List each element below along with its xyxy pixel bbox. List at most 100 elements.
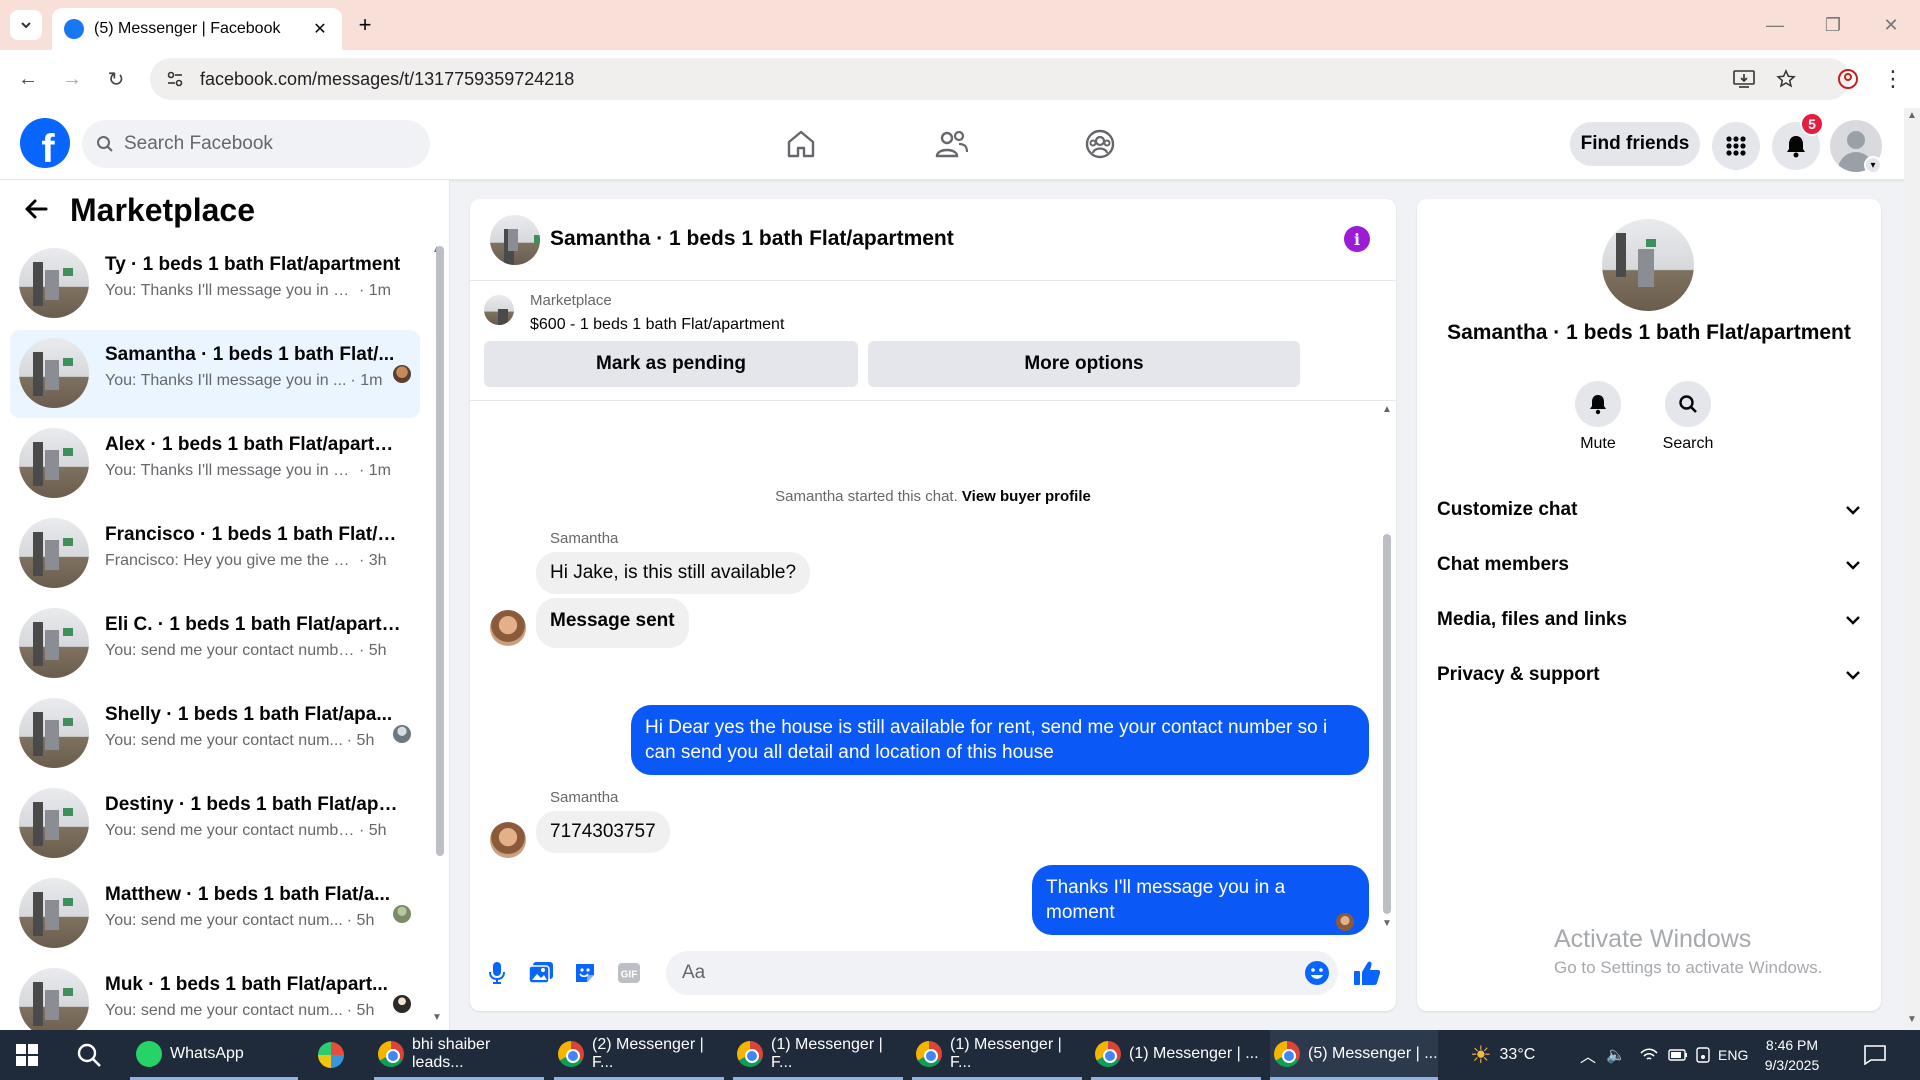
menu-grid-icon[interactable] (1712, 122, 1760, 170)
mark-as-pending-button[interactable]: Mark as pending (484, 341, 858, 387)
chat-scrollbar[interactable]: ▲ ▼ (1382, 402, 1392, 937)
search-in-conversation-button[interactable]: Search (1653, 381, 1723, 453)
sticker-icon[interactable] (570, 958, 600, 988)
conversation-item-samantha[interactable]: Samantha · 1 beds 1 bath Flat/... You: T… (10, 330, 420, 418)
conversation-preview: You: send me your contact number... · 5h (105, 642, 387, 659)
network-icon[interactable] (1640, 1030, 1658, 1080)
taskbar-clock[interactable]: 8:46 PM 9/3/2025 (1752, 1035, 1832, 1075)
taskbar-search-icon[interactable] (76, 1030, 102, 1080)
emoji-icon[interactable] (1302, 958, 1332, 988)
close-window-icon[interactable]: ✕ (1868, 10, 1914, 40)
friends-icon[interactable] (932, 124, 972, 164)
conversation-preview: You: send me your contact num... · 5h (105, 912, 375, 929)
sidebar-scrollbar[interactable] (436, 246, 444, 866)
scroll-up-arrow-icon[interactable]: ▲ (1382, 404, 1392, 415)
conversation-item-francisco[interactable]: Francisco · 1 beds 1 bath Flat/ap... Fra… (10, 510, 420, 598)
outgoing-message[interactable]: Hi Dear yes the house is still available… (631, 705, 1369, 775)
incoming-message[interactable]: 7174303757 (536, 811, 670, 853)
facebook-search-box[interactable] (82, 120, 430, 168)
facebook-logo[interactable]: f (20, 118, 70, 168)
conversation-preview: You: Thanks I'll message you in a ... · 1… (105, 282, 391, 299)
conversation-name: Alex · 1 beds 1 bath Flat/apartm... (105, 434, 405, 455)
forward-button[interactable]: → (56, 63, 88, 95)
conversation-preview: Francisco: Hey you give me the Det... · 3… (105, 552, 387, 569)
page-scrollbar[interactable]: ▲ ▼ (1904, 108, 1920, 1030)
conversation-item-muk[interactable]: Muk · 1 beds 1 bath Flat/apart... You: s… (10, 960, 420, 1030)
chat-title[interactable]: Samantha · 1 beds 1 bath Flat/apartment (550, 227, 954, 251)
taskbar-whatsapp[interactable]: WhatsApp (130, 1030, 298, 1080)
taskbar-chrome-window-4[interactable]: (1) Messenger | F... (912, 1030, 1082, 1080)
close-tab-icon[interactable]: ✕ (310, 19, 330, 39)
back-arrow-icon[interactable] (24, 195, 54, 227)
taskbar-chrome-window-6[interactable]: (5) Messenger | ... (1270, 1030, 1438, 1080)
more-options-button[interactable]: More options (868, 341, 1300, 387)
conversation-item-alex[interactable]: Alex · 1 beds 1 bath Flat/apartm... You:… (10, 420, 420, 508)
taskbar-chrome-window-5[interactable]: (1) Messenger | ... (1091, 1030, 1261, 1080)
conversation-preview: You: Thanks I'll message you in a ... · 1… (105, 462, 391, 479)
battery-icon[interactable] (1668, 1030, 1688, 1080)
chat-listing-avatar[interactable] (490, 215, 540, 265)
thumbs-up-icon[interactable] (1352, 958, 1382, 988)
profile-icon[interactable] (1832, 63, 1864, 95)
photo-attach-icon[interactable] (526, 958, 556, 988)
groups-icon[interactable] (1080, 124, 1120, 164)
minimize-icon[interactable]: — (1752, 10, 1798, 40)
scroll-down-arrow-icon[interactable]: ▼ (1382, 918, 1392, 929)
taskbar-label: (5) Messenger | ... (1308, 1044, 1438, 1062)
mute-button[interactable]: Mute (1563, 381, 1633, 453)
site-settings-icon[interactable] (166, 70, 184, 88)
weather-widget[interactable]: ☀ 33°C (1470, 1030, 1535, 1080)
speaker-icon[interactable]: 🔈 (1606, 1030, 1626, 1080)
conversation-item-shelly[interactable]: Shelly · 1 beds 1 bath Flat/apa... You: … (10, 690, 420, 778)
marketplace-sidebar: Marketplace Ty · 1 beds 1 bath Flat/apar… (0, 180, 450, 1030)
restore-icon[interactable]: ❐ (1810, 10, 1856, 40)
view-buyer-profile-link[interactable]: View buyer profile (962, 488, 1091, 505)
gif-icon[interactable]: GIF (614, 958, 644, 988)
reload-button[interactable]: ↻ (100, 63, 132, 95)
scroll-down-arrow-icon[interactable]: ▼ (432, 1012, 442, 1023)
conversation-item-ty[interactable]: Ty · 1 beds 1 bath Flat/apartment You: T… (10, 240, 420, 328)
address-bar[interactable]: facebook.com/messages/t/1317759359724218 (150, 58, 1850, 100)
bookmark-star-icon[interactable] (1770, 63, 1802, 95)
start-button[interactable] (16, 1030, 38, 1080)
scroll-up-arrow-icon[interactable]: ▲ (1907, 110, 1917, 121)
conversation-info-icon[interactable]: i (1344, 226, 1370, 252)
notification-center-icon[interactable] (1864, 1030, 1886, 1080)
install-app-icon[interactable] (1728, 63, 1760, 95)
samantha-avatar[interactable] (490, 822, 526, 858)
profile-listing-picture[interactable] (1602, 219, 1694, 311)
conversation-item-eli[interactable]: Eli C. · 1 beds 1 bath Flat/apartm... Yo… (10, 600, 420, 688)
show-hidden-icons[interactable]: ︿ (1580, 1030, 1596, 1080)
samantha-avatar[interactable] (490, 610, 526, 646)
language-indicator[interactable]: ENG (1718, 1030, 1748, 1080)
account-chevron-icon[interactable]: ▾ (1864, 156, 1882, 174)
taskbar-chrome-window-1[interactable]: bhi shaiber leads... (374, 1030, 544, 1080)
outgoing-message[interactable]: Thanks I'll message you in a moment (1032, 865, 1369, 935)
listing-price-title[interactable]: $600 - 1 beds 1 bath Flat/apartment (530, 316, 784, 334)
search-input[interactable] (124, 133, 404, 155)
tab-list-button[interactable] (10, 10, 42, 40)
taskbar-chrome-window-2[interactable]: (2) Messenger | F... (554, 1030, 724, 1080)
home-icon[interactable] (781, 124, 821, 164)
media-files-links-row[interactable]: Media, files and links (1437, 600, 1861, 640)
chat-members-row[interactable]: Chat members (1437, 545, 1861, 585)
find-friends-button[interactable]: Find friends (1570, 122, 1700, 166)
incoming-message[interactable]: Hi Jake, is this still available? (536, 552, 811, 594)
message-input[interactable] (666, 951, 1338, 995)
taskbar-chrome-window-3[interactable]: (1) Messenger | F... (733, 1030, 903, 1080)
microphone-icon[interactable] (482, 958, 512, 988)
listing-source: Marketplace (530, 292, 612, 309)
conversation-item-destiny[interactable]: Destiny · 1 beds 1 bath Flat/apar... You… (10, 780, 420, 868)
back-button[interactable]: ← (12, 63, 44, 95)
taskbar-pinwheel-app[interactable] (318, 1030, 352, 1080)
privacy-support-row[interactable]: Privacy & support (1437, 655, 1861, 695)
chevron-down-icon (1846, 671, 1860, 680)
incoming-message[interactable]: Message sent (536, 598, 689, 648)
browser-menu-icon[interactable]: ⋮ (1877, 63, 1909, 95)
scroll-down-arrow-icon[interactable]: ▼ (1907, 1014, 1917, 1025)
device-icon[interactable] (1696, 1030, 1710, 1080)
customize-chat-row[interactable]: Customize chat (1437, 490, 1861, 530)
new-tab-button[interactable]: + (352, 12, 378, 38)
browser-tab-active[interactable]: (5) Messenger | Facebook ✕ (52, 8, 342, 50)
conversation-item-matthew[interactable]: Matthew · 1 beds 1 bath Flat/a... You: s… (10, 870, 420, 958)
